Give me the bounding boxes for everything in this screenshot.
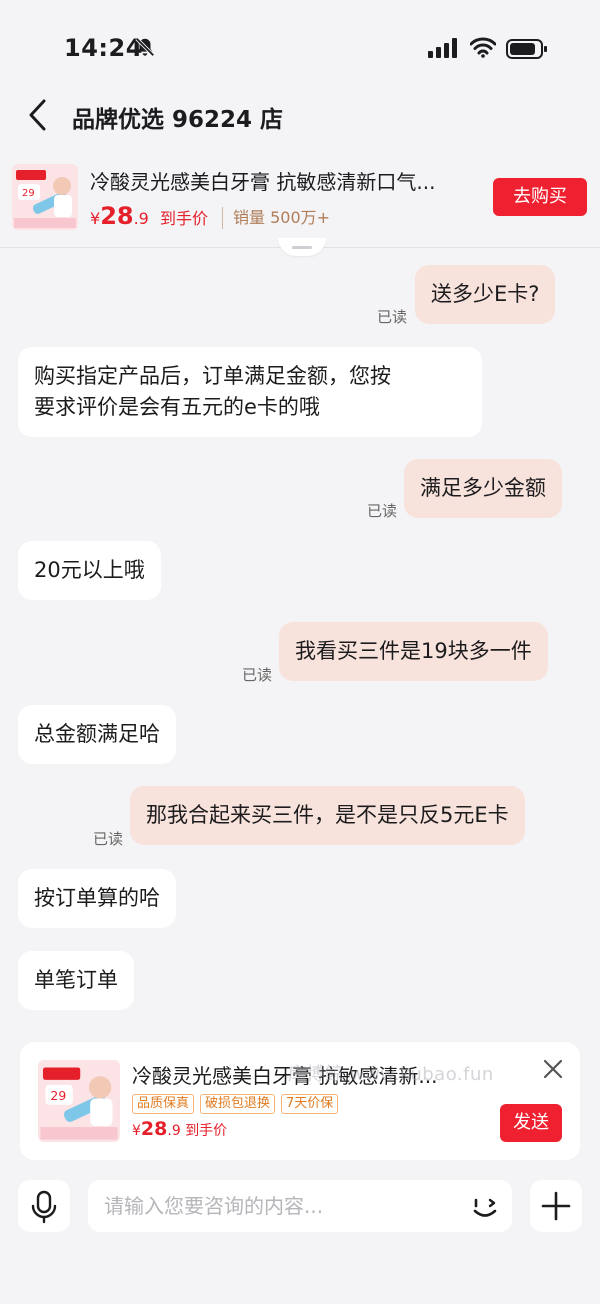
message-bubble-mine[interactable]: 送多少E卡? <box>415 265 556 324</box>
microphone-icon <box>31 1190 57 1224</box>
voice-button[interactable] <box>18 1180 70 1232</box>
product-price: ¥28.9 到手价 <box>90 202 208 230</box>
shop-title: 品牌优选 96224 店 <box>72 107 284 133</box>
price-note: 到手价 <box>185 1123 228 1139</box>
price-currency: ¥ <box>132 1123 141 1139</box>
card-product-thumbnail[interactable]: 29 <box>38 1060 120 1142</box>
input-bar <box>0 1176 600 1304</box>
price-decimal: .9 <box>133 209 149 228</box>
message-bubble-shop[interactable]: 购买指定产品后，订单满足金额，您按 要求评价是会有五元的e卡的哦 <box>18 347 482 437</box>
price-integer: 28 <box>100 202 134 230</box>
price-decimal: .9 <box>167 1123 181 1139</box>
bell-muted-icon <box>135 37 155 57</box>
back-icon[interactable] <box>26 98 50 132</box>
more-button[interactable] <box>530 1180 582 1232</box>
card-product-price: ¥28.9 到手价 <box>132 1118 227 1140</box>
read-receipt: 已读 <box>377 308 408 326</box>
price-integer: 28 <box>140 1118 168 1140</box>
wifi-icon <box>470 37 496 58</box>
message-bubble-shop[interactable]: 20元以上哦 <box>18 541 161 600</box>
message-bubble-mine[interactable]: 那我合起来买三件，是不是只反5元E卡 <box>130 786 525 845</box>
read-receipt: 已读 <box>93 830 124 848</box>
message-line: 要求评价是会有五元的e卡的哦 <box>34 395 320 419</box>
signal-icon <box>428 38 457 58</box>
product-thumbnail[interactable]: 29 <box>12 164 78 230</box>
message-bubble-shop[interactable]: 单笔订单 <box>18 951 134 1010</box>
collapse-handle[interactable] <box>278 238 326 256</box>
watermark: 库博鲸 www.kubao.fun <box>288 1064 494 1085</box>
close-icon[interactable] <box>542 1058 564 1080</box>
nav-header: 品牌优选 96224 店 <box>0 92 600 144</box>
send-button[interactable]: 发送 <box>500 1104 562 1142</box>
product-name[interactable]: 冷酸灵光感美白牙膏 抗敏感清新口气... <box>90 166 474 195</box>
status-time: 14:24 <box>64 34 143 62</box>
plus-icon <box>541 1191 571 1221</box>
tag-damage-return: 破损包退换 <box>200 1094 276 1114</box>
price-currency: ¥ <box>90 209 101 228</box>
read-receipt: 已读 <box>367 502 398 520</box>
status-bar: 14:24 <box>0 0 600 92</box>
buy-button[interactable]: 去购买 <box>493 178 587 216</box>
read-receipt: 已读 <box>242 666 273 684</box>
sales-count: 销量 500万+ <box>222 207 330 229</box>
tag-price-protect: 7天价保 <box>281 1094 339 1114</box>
message-line: 购买指定产品后，订单满足金额，您按 <box>34 364 391 388</box>
message-input[interactable] <box>88 1180 512 1232</box>
price-note: 到手价 <box>159 209 208 228</box>
svg-text:29: 29 <box>22 188 35 199</box>
pinned-product-bar[interactable]: 29 冷酸灵光感美白牙膏 抗敏感清新口气... ¥28.9 到手价 销量 500… <box>0 160 600 248</box>
message-bubble-shop[interactable]: 总金额满足哈 <box>18 705 176 764</box>
emoji-icon[interactable] <box>470 1192 500 1222</box>
message-bubble-mine[interactable]: 我看买三件是19块多一件 <box>279 622 548 681</box>
message-bubble-shop[interactable]: 按订单算的哈 <box>18 869 176 928</box>
message-bubble-mine[interactable]: 满足多少金额 <box>404 459 562 518</box>
card-tags: 品质保真 破损包退换 7天价保 <box>132 1094 339 1114</box>
tag-authentic: 品质保真 <box>132 1094 195 1114</box>
svg-text:29: 29 <box>50 1088 66 1103</box>
product-send-card[interactable]: 29 冷酸灵光感美白牙膏 抗敏感清新... 品质保真 破损包退换 7天价保 ¥2… <box>20 1042 580 1160</box>
battery-icon <box>506 39 547 59</box>
